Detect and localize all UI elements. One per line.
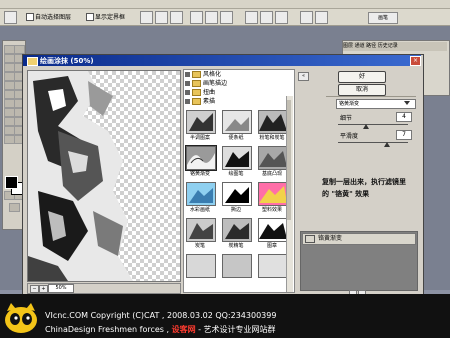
foreground-color-swatch[interactable] <box>5 176 18 189</box>
detail-slider-track[interactable] <box>338 124 408 125</box>
ps-app-icon <box>27 57 38 66</box>
distribute-bottom-icon[interactable] <box>275 11 288 24</box>
folder-label: 画笔描边 <box>203 80 228 87</box>
auto-select-label: 自动选择图层 <box>35 14 72 21</box>
folder-label: 风格化 <box>203 71 222 78</box>
filter-label: 便条纸 <box>228 135 244 141</box>
filter-label: 基底凸现 <box>261 171 282 177</box>
chrome-preview-image <box>28 71 133 281</box>
cat-logo-icon <box>5 303 37 333</box>
smoothness-slider-knob[interactable] <box>384 142 390 147</box>
folder-stylize[interactable]: 风格化 <box>185 70 290 79</box>
move-tool-icon[interactable] <box>4 11 17 24</box>
slogan-line: ChinaDesign Freshmen forces , 设客网 - 艺术设计… <box>45 324 276 335</box>
filter-thumb-chalk-charcoal[interactable] <box>258 110 288 134</box>
filter-thumb-note-paper[interactable] <box>222 110 252 134</box>
folder-icon <box>192 80 201 87</box>
folder-distort[interactable]: 扭曲 <box>185 88 290 97</box>
slogan-prefix: ChinaDesign Freshmen forces , <box>45 325 172 334</box>
brush-palette-tab[interactable]: 画笔 <box>368 12 398 24</box>
filter-thumb-halftone[interactable] <box>186 110 216 134</box>
filter-preview[interactable] <box>27 70 181 282</box>
zoom-out-button[interactable]: − <box>30 285 39 293</box>
filter-label: 撕边 <box>230 207 241 213</box>
filter-thumb-chrome[interactable] <box>185 145 217 171</box>
filter-thumb-torn-edges[interactable] <box>222 182 252 206</box>
move-tool-icon[interactable] <box>14 45 25 54</box>
filter-label: 绘图笔 <box>228 171 244 177</box>
zoom-level-field[interactable]: 50% <box>48 284 74 293</box>
expand-triangle-icon[interactable] <box>185 90 190 95</box>
detail-label: 细节 <box>340 115 353 122</box>
site-name: 设客网 <box>171 325 196 334</box>
filter-label-selected: 铬黄渐变 <box>189 171 210 177</box>
folder-label: 素描 <box>203 98 216 105</box>
dialog-title: 绘画涂抹 (50%) <box>40 57 94 65</box>
filter-thumb-conte-crayon[interactable] <box>222 218 252 242</box>
align-bottom-icon[interactable] <box>170 11 183 24</box>
effect-layer-row[interactable]: 铬黄渐变 <box>302 233 416 245</box>
distribute-right-icon[interactable] <box>315 11 328 24</box>
filter-label: 炭笔 <box>194 243 205 249</box>
palette-tabs[interactable]: 图层 通道 路径 历史记录 <box>343 42 447 51</box>
collapse-gallery-button[interactable]: « <box>298 72 309 81</box>
align-left-icon[interactable] <box>190 11 203 24</box>
detail-slider-knob[interactable] <box>363 124 369 129</box>
ok-button[interactable]: 好 <box>338 71 386 83</box>
expand-triangle-icon[interactable] <box>185 72 190 77</box>
filter-label: 水彩画纸 <box>189 207 210 213</box>
filter-thumb-more-2[interactable] <box>222 254 252 278</box>
filter-label: 半调图案 <box>189 135 210 141</box>
folder-sketch[interactable]: 素描 <box>185 97 290 106</box>
tutorial-note: 复制一层出来，执行滤镜里的 "铬黄" 效果 <box>322 178 406 198</box>
detail-value-field[interactable]: 4 <box>396 112 412 122</box>
filter-label: 图章 <box>266 243 277 249</box>
align-center-icon[interactable] <box>205 11 218 24</box>
filter-thumb-water-paper[interactable] <box>186 182 216 206</box>
filter-thumb-bas-relief[interactable] <box>258 146 288 170</box>
divider <box>326 96 416 97</box>
align-right-icon[interactable] <box>220 11 233 24</box>
transform-controls-checkbox[interactable] <box>86 13 94 21</box>
zoom-in-button[interactable]: + <box>39 285 48 293</box>
menu-bar <box>0 0 450 9</box>
filter-thumb-graphic-pen[interactable] <box>222 146 252 170</box>
transform-controls-label: 显示定界框 <box>95 14 126 21</box>
smoothness-slider-track[interactable] <box>338 142 408 143</box>
align-top-icon[interactable] <box>140 11 153 24</box>
filter-label: 塑料效果 <box>261 207 282 213</box>
filter-thumb-more-1[interactable] <box>186 254 216 278</box>
folder-brush-strokes[interactable]: 画笔描边 <box>185 79 290 88</box>
chevron-down-icon <box>404 101 410 105</box>
filter-label: 炭精笔 <box>228 243 244 249</box>
folder-label: 扭曲 <box>203 89 216 96</box>
folder-icon <box>192 89 201 96</box>
smoothness-label: 平滑度 <box>340 133 359 140</box>
collapse-triangle-icon[interactable] <box>185 99 190 104</box>
distribute-middle-icon[interactable] <box>260 11 273 24</box>
distribute-top-icon[interactable] <box>245 11 258 24</box>
filter-thumb-more-3[interactable] <box>258 254 288 278</box>
cancel-button[interactable]: 取消 <box>338 84 386 96</box>
filter-label: 粉笔和炭笔 <box>259 135 285 141</box>
effect-layer-label: 铬黄渐变 <box>318 235 343 242</box>
copyright-line: VIcnc.COM Copyright (C)CAT , 2008.03.02 … <box>45 311 277 320</box>
distribute-left-icon[interactable] <box>300 11 313 24</box>
jump-to-imageready-icon[interactable] <box>9 203 20 212</box>
close-icon[interactable]: × <box>410 56 421 66</box>
scrollbar-thumb[interactable] <box>287 100 291 220</box>
folder-icon <box>192 98 201 105</box>
filter-thumb-charcoal[interactable] <box>186 218 216 242</box>
smoothness-value-field[interactable]: 7 <box>396 130 412 140</box>
auto-select-checkbox[interactable] <box>26 13 34 21</box>
folder-icon <box>192 71 201 78</box>
filter-thumb-plastic-wrap[interactable] <box>258 182 288 206</box>
eye-icon[interactable] <box>305 234 315 243</box>
slogan-suffix: - 艺术设计专业网站群 <box>195 325 276 334</box>
filter-thumb-stamp[interactable] <box>258 218 288 242</box>
expand-triangle-icon[interactable] <box>185 81 190 86</box>
align-middle-icon[interactable] <box>155 11 168 24</box>
